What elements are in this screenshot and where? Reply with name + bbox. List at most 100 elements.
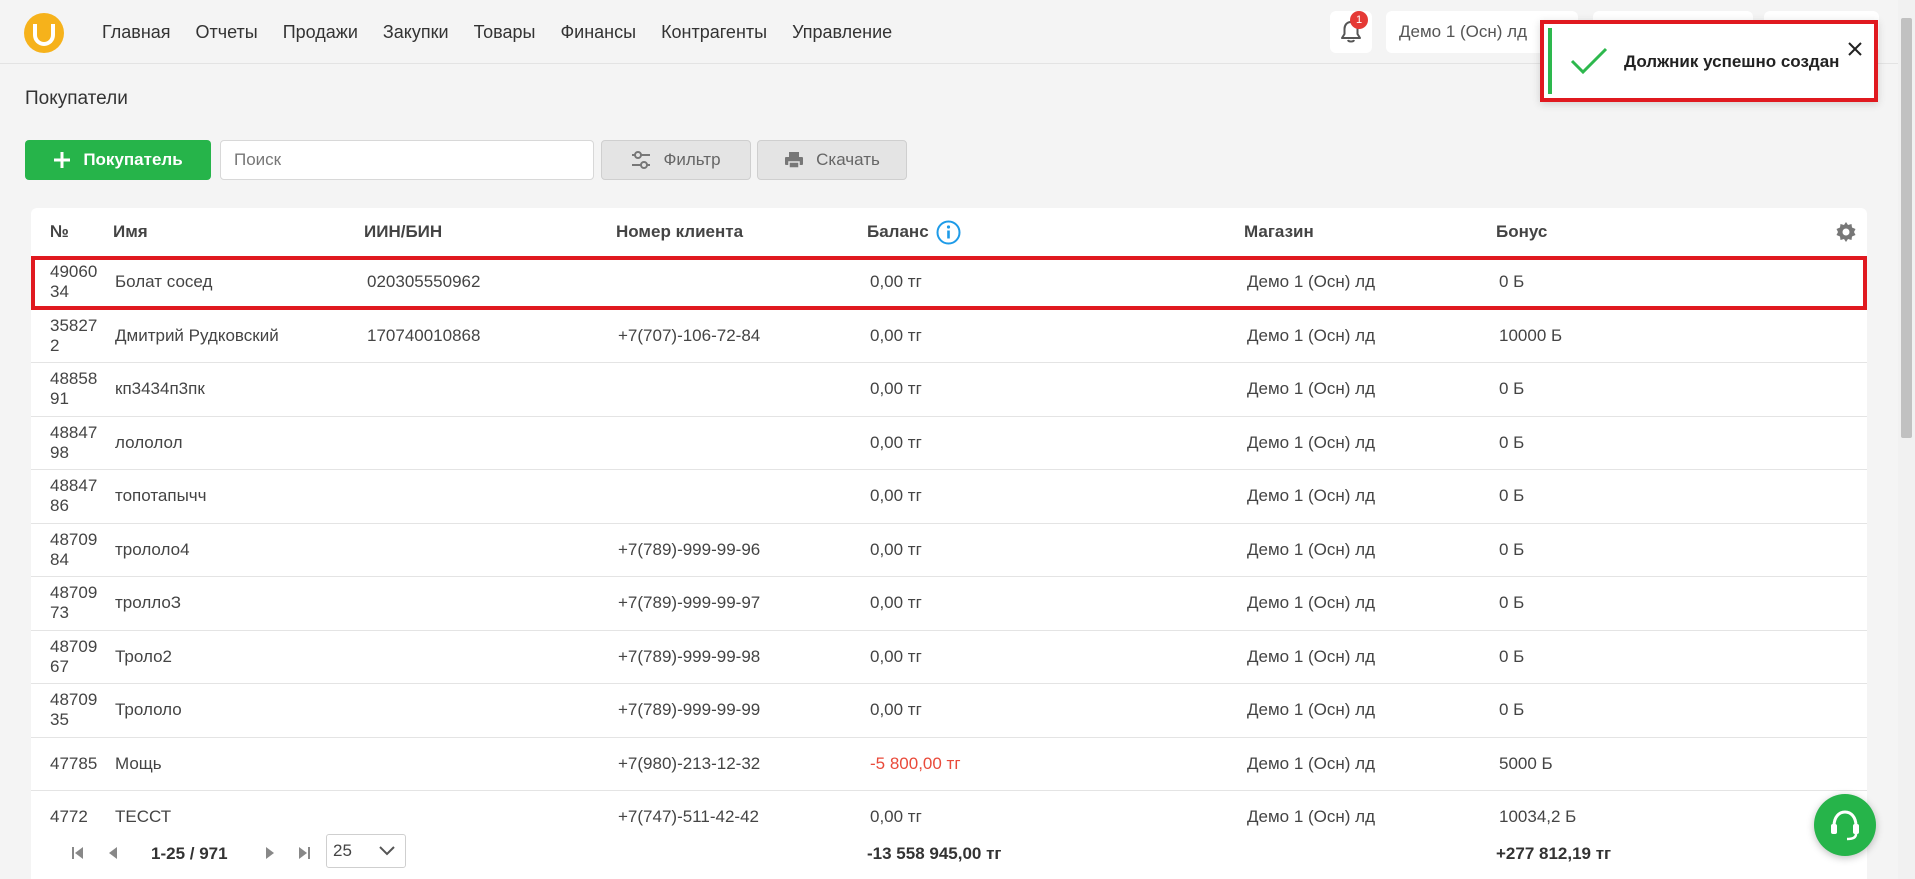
toast-accent-bar xyxy=(1548,28,1552,94)
nav-item-management[interactable]: Управление xyxy=(792,22,892,43)
cell-phone: +7(789)-999-99-97 xyxy=(618,593,761,613)
table-row[interactable]: 4885891 кп3434п3пк 0,00 тг Демо 1 (Осн) лд 0… xyxy=(31,363,1867,417)
headset-icon xyxy=(1831,810,1859,841)
filter-button[interactable]: Фильтр xyxy=(601,140,751,180)
notifications-button[interactable]: 1 xyxy=(1330,11,1372,53)
cell-bonus: 10034,2 Б xyxy=(1499,807,1577,827)
chevron-down-icon xyxy=(379,846,395,856)
table-row[interactable]: 47785 Мощь +7(980)-213-12-32 -5 800,00 тг Де… xyxy=(31,738,1867,791)
table-row[interactable]: 4906034 Болат сосед 020305550962 0,00 тг Дем… xyxy=(31,256,1867,310)
cell-number: 4870967 xyxy=(50,636,98,676)
nav-item-home[interactable]: Главная xyxy=(102,22,171,43)
cell-bonus: 0 Б xyxy=(1499,646,1525,666)
page-scrollbar[interactable] xyxy=(1898,0,1915,879)
cell-name: Мощь xyxy=(115,753,162,773)
table-row[interactable]: 4870973 троллоЗ +7(789)-999-99-97 0,00 тг Де… xyxy=(31,577,1867,631)
cell-bonus: 5000 Б xyxy=(1499,753,1553,773)
plus-icon xyxy=(54,152,71,168)
col-header-bonus[interactable]: Бонус xyxy=(1496,222,1547,242)
page-size-select[interactable]: 25 xyxy=(326,834,406,868)
add-customer-button[interactable]: Покупатель xyxy=(25,140,211,180)
app-logo[interactable] xyxy=(24,13,64,53)
table-row[interactable]: 4870984 трололо4 +7(789)-999-99-96 0,00 тг Д… xyxy=(31,524,1867,577)
cell-bonus: 0 Б xyxy=(1499,272,1525,292)
cell-store: Демо 1 (Осн) лд xyxy=(1247,325,1376,345)
col-header-name[interactable]: Имя xyxy=(113,222,148,242)
cell-name: топотапычч xyxy=(115,486,207,506)
filter-label: Фильтр xyxy=(663,150,721,169)
scrollbar-thumb[interactable] xyxy=(1901,18,1912,438)
cell-name: лололол xyxy=(115,432,183,452)
page-title: Покупатели xyxy=(25,88,128,109)
cell-balance: 0,00 тг xyxy=(870,379,922,399)
total-balance: -13 558 945,00 тг xyxy=(867,844,1002,863)
next-page-icon[interactable] xyxy=(264,846,276,860)
cell-bonus: 0 Б xyxy=(1499,593,1525,613)
cell-store: Демо 1 (Осн) лд xyxy=(1247,700,1376,720)
main-nav: Главная Отчеты Продажи Закупки Товары Фи… xyxy=(102,0,892,64)
support-chat-button[interactable] xyxy=(1814,794,1876,856)
cell-store: Демо 1 (Осн) лд xyxy=(1247,432,1376,452)
info-icon[interactable] xyxy=(936,220,961,245)
col-header-iin[interactable]: ИИН/БИН xyxy=(364,222,442,242)
cell-balance: 0,00 тг xyxy=(870,646,922,666)
nav-item-products[interactable]: Товары xyxy=(474,22,536,43)
toast-message: Должник успешно создан xyxy=(1624,52,1840,71)
cell-number: 4884786 xyxy=(50,476,98,516)
cell-store: Демо 1 (Осн) лд xyxy=(1247,486,1376,506)
cell-phone: +7(747)-511-42-42 xyxy=(618,807,759,827)
close-icon[interactable] xyxy=(1846,40,1864,58)
nav-item-sales[interactable]: Продажи xyxy=(283,22,358,43)
cell-number: 4772 xyxy=(50,807,88,827)
cell-balance: 0,00 тг xyxy=(870,700,922,720)
cell-phone: +7(789)-999-99-96 xyxy=(618,539,761,559)
col-header-phone[interactable]: Номер клиента xyxy=(616,222,743,242)
cell-bonus: 0 Б xyxy=(1499,700,1525,720)
prev-page-icon[interactable] xyxy=(107,846,119,860)
customers-table: № Имя ИИН/БИН Номер клиента Баланс Магаз… xyxy=(31,208,1867,879)
nav-item-finance[interactable]: Финансы xyxy=(560,22,636,43)
table-row[interactable]: 4772 ТЕССТ +7(747)-511-42-42 0,00 тг Демо 1 … xyxy=(31,791,1867,829)
cell-phone: +7(980)-213-12-32 xyxy=(618,753,761,773)
cell-balance: 0,00 тг xyxy=(870,325,922,345)
pagination-range: 1-25 / 971 xyxy=(151,844,228,863)
search-input[interactable] xyxy=(220,140,594,180)
table-row[interactable]: 4870935 Трололо +7(789)-999-99-99 0,00 тг Де… xyxy=(31,684,1867,738)
col-header-number[interactable]: № xyxy=(50,222,69,242)
nav-item-counterparties[interactable]: Контрагенты xyxy=(661,22,767,43)
cell-bonus: 0 Б xyxy=(1499,432,1525,452)
cell-store: Демо 1 (Осн) лд xyxy=(1247,807,1376,827)
col-header-balance[interactable]: Баланс xyxy=(867,222,929,242)
cell-name: ТЕССТ xyxy=(115,807,172,827)
table-footer: 1-25 / 971 25 -13 558 945,00 тг +277 812… xyxy=(31,829,1867,879)
cell-balance: 0,00 тг xyxy=(870,593,922,613)
cell-store: Демо 1 (Осн) лд xyxy=(1247,379,1376,399)
table-row[interactable]: 4884798 лололол 0,00 тг Демо 1 (Осн) лд 0 Б xyxy=(31,417,1867,470)
cell-number: 4906034 xyxy=(50,262,98,302)
cell-balance: 0,00 тг xyxy=(870,486,922,506)
cell-balance: 0,00 тг xyxy=(870,272,922,292)
gear-icon[interactable] xyxy=(1836,222,1856,242)
cell-name: кп3434п3пк xyxy=(115,379,205,399)
table-row[interactable]: 358272 Дмитрий Рудковский 170740010868 +7(7… xyxy=(31,310,1867,363)
cell-number: 4885891 xyxy=(50,369,98,409)
notification-badge: 1 xyxy=(1350,11,1368,29)
cell-balance: 0,00 тг xyxy=(870,539,922,559)
nav-item-reports[interactable]: Отчеты xyxy=(196,22,258,43)
cell-number: 4870984 xyxy=(50,529,98,569)
first-page-icon[interactable] xyxy=(71,846,85,860)
success-toast: Должник успешно создан xyxy=(1540,20,1878,102)
cell-phone: +7(789)-999-99-99 xyxy=(618,700,761,720)
table-row[interactable]: 4884786 топотапычч 0,00 тг Демо 1 (Осн) лд 0… xyxy=(31,470,1867,524)
printer-icon xyxy=(785,152,804,169)
download-button[interactable]: Скачать xyxy=(757,140,907,180)
last-page-icon[interactable] xyxy=(297,846,311,860)
cell-number: 358272 xyxy=(50,315,98,355)
cell-number: 47785 xyxy=(50,753,98,773)
cell-bonus: 0 Б xyxy=(1499,379,1525,399)
cell-iin: 170740010868 xyxy=(367,325,481,345)
col-header-store[interactable]: Магазин xyxy=(1244,222,1314,242)
table-row[interactable]: 4870967 Троло2 +7(789)-999-99-98 0,00 тг Дем… xyxy=(31,631,1867,684)
nav-item-purchases[interactable]: Закупки xyxy=(383,22,449,43)
total-bonus: +277 812,19 тг xyxy=(1496,844,1612,863)
